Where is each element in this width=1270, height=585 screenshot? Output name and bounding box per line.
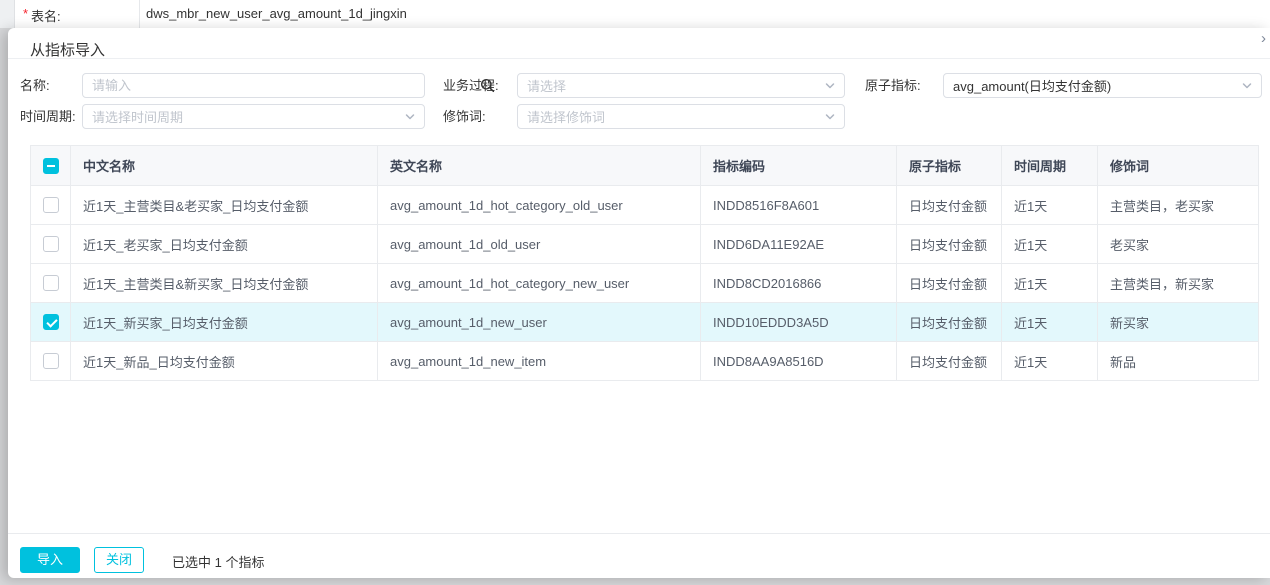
indicator-table: 中文名称 英文名称 指标编码 原子指标 时间周期 修饰词 近1天_主营类目&老买… [30,145,1259,381]
table-name-value: dws_mbr_new_user_avg_amount_1d_jingxin [146,6,407,21]
cell-en-name: avg_amount_1d_hot_category_new_user [377,263,701,303]
chevron-down-icon [824,80,836,92]
modifier-placeholder: 请选择修饰词 [527,110,606,125]
col-cn-name: 中文名称 [70,145,378,186]
required-mark: * [23,6,29,21]
select-all-checkbox[interactable] [42,157,59,174]
table-header-row: 中文名称 英文名称 指标编码 原子指标 时间周期 修饰词 [30,145,1259,186]
table-row[interactable]: 近1天_新买家_日均支付金额 avg_amount_1d_new_user INDD… [30,302,1259,342]
business-process-select[interactable]: 请选择 [517,73,845,98]
close-button[interactable]: 关闭 [94,547,144,573]
cell-period: 近1天 [1001,263,1098,303]
time-period-select[interactable]: 请选择时间周期 [82,104,425,129]
business-process-label: 业务过程: [443,78,499,93]
cell-modifier: 新品 [1097,341,1259,381]
cell-code: INDD8516F8A601 [700,185,897,225]
cell-cn-name: 近1天_老买家_日均支付金额 [70,224,378,264]
cell-cn-name: 近1天_主营类目&老买家_日均支付金额 [70,185,378,225]
cell-en-name: avg_amount_1d_new_user [377,302,701,342]
cell-atomic: 日均支付金额 [896,224,1002,264]
col-period: 时间周期 [1001,145,1098,186]
selected-count-text: 已选中 1 个指标 [172,555,265,570]
cell-atomic: 日均支付金额 [896,341,1002,381]
row-checkbox-cell[interactable] [30,263,71,303]
cell-period: 近1天 [1001,341,1098,381]
table-name-label: 表名: [31,9,61,24]
atomic-indicator-select[interactable]: avg_amount(日均支付金额) [943,73,1262,98]
row-checkbox-cell[interactable] [30,341,71,381]
header-divider [8,58,1270,59]
time-period-placeholder: 请选择时间周期 [92,110,184,125]
business-process-placeholder: 请选择 [527,79,567,94]
left-rail [0,0,15,28]
cell-modifier: 主营类目，老买家 [1097,185,1259,225]
footer-divider [8,533,1270,534]
name-filter-label: 名称: [20,78,50,93]
table-row[interactable]: 近1天_主营类目&新买家_日均支付金额 avg_amount_1d_hot_cat… [30,263,1259,303]
name-search-input[interactable] [82,73,425,98]
cell-cn-name: 近1天_主营类目&新买家_日均支付金额 [70,263,378,303]
indicator-table-body: 近1天_主营类目&老买家_日均支付金额 avg_amount_1d_hot_cat… [30,185,1259,381]
col-atomic: 原子指标 [896,145,1002,186]
row-checkbox[interactable] [42,314,59,331]
import-button[interactable]: 导入 [20,547,80,573]
cell-cn-name: 近1天_新买家_日均支付金额 [70,302,378,342]
select-all-cell[interactable] [30,145,71,186]
cell-modifier: 老买家 [1097,224,1259,264]
col-code: 指标编码 [700,145,897,186]
cell-period: 近1天 [1001,185,1098,225]
cell-code: INDD10EDDD3A5D [700,302,897,342]
cell-modifier: 主营类目，新买家 [1097,263,1259,303]
row-checkbox[interactable] [42,236,59,253]
collapse-chevron-icon[interactable]: › [1261,30,1270,47]
table-row[interactable]: 近1天_老买家_日均支付金额 avg_amount_1d_old_user INDD… [30,224,1259,264]
modifier-select[interactable]: 请选择修饰词 [517,104,845,129]
row-checkbox-cell[interactable] [30,185,71,225]
dialog-title: 从指标导入 [30,42,106,59]
import-from-indicator-dialog: 从指标导入 › 名称: 业务过程: 请选择 原子指标: avg_amount(日… [8,28,1270,578]
cell-atomic: 日均支付金额 [896,302,1002,342]
chevron-down-icon [404,111,416,123]
cell-en-name: avg_amount_1d_hot_category_old_user [377,185,701,225]
atomic-indicator-value: avg_amount(日均支付金额) [953,79,1112,94]
field-divider [139,0,140,28]
row-checkbox-cell[interactable] [30,302,71,342]
modifier-label: 修饰词: [443,109,486,124]
cell-code: INDD8CD2016866 [700,263,897,303]
table-row[interactable]: 近1天_新品_日均支付金额 avg_amount_1d_new_item INDD8… [30,341,1259,381]
cell-period: 近1天 [1001,302,1098,342]
background-form-row: * 表名: dws_mbr_new_user_avg_amount_1d_jin… [0,0,1270,28]
cell-en-name: avg_amount_1d_old_user [377,224,701,264]
atomic-indicator-label: 原子指标: [865,78,921,93]
col-en-name: 英文名称 [377,145,701,186]
cell-code: INDD6DA11E92AE [700,224,897,264]
cell-code: INDD8AA9A8516D [700,341,897,381]
cell-cn-name: 近1天_新品_日均支付金额 [70,341,378,381]
chevron-down-icon [824,111,836,123]
row-checkbox[interactable] [42,197,59,214]
cell-atomic: 日均支付金额 [896,263,1002,303]
chevron-down-icon [1241,80,1253,92]
cell-period: 近1天 [1001,224,1098,264]
row-checkbox-cell[interactable] [30,224,71,264]
table-row[interactable]: 近1天_主营类目&老买家_日均支付金额 avg_amount_1d_hot_cat… [30,185,1259,225]
cell-modifier: 新买家 [1097,302,1259,342]
row-checkbox[interactable] [42,353,59,370]
time-period-label: 时间周期: [20,109,76,124]
cell-atomic: 日均支付金额 [896,185,1002,225]
row-checkbox[interactable] [42,275,59,292]
col-modifier: 修饰词 [1097,145,1259,186]
cell-en-name: avg_amount_1d_new_item [377,341,701,381]
